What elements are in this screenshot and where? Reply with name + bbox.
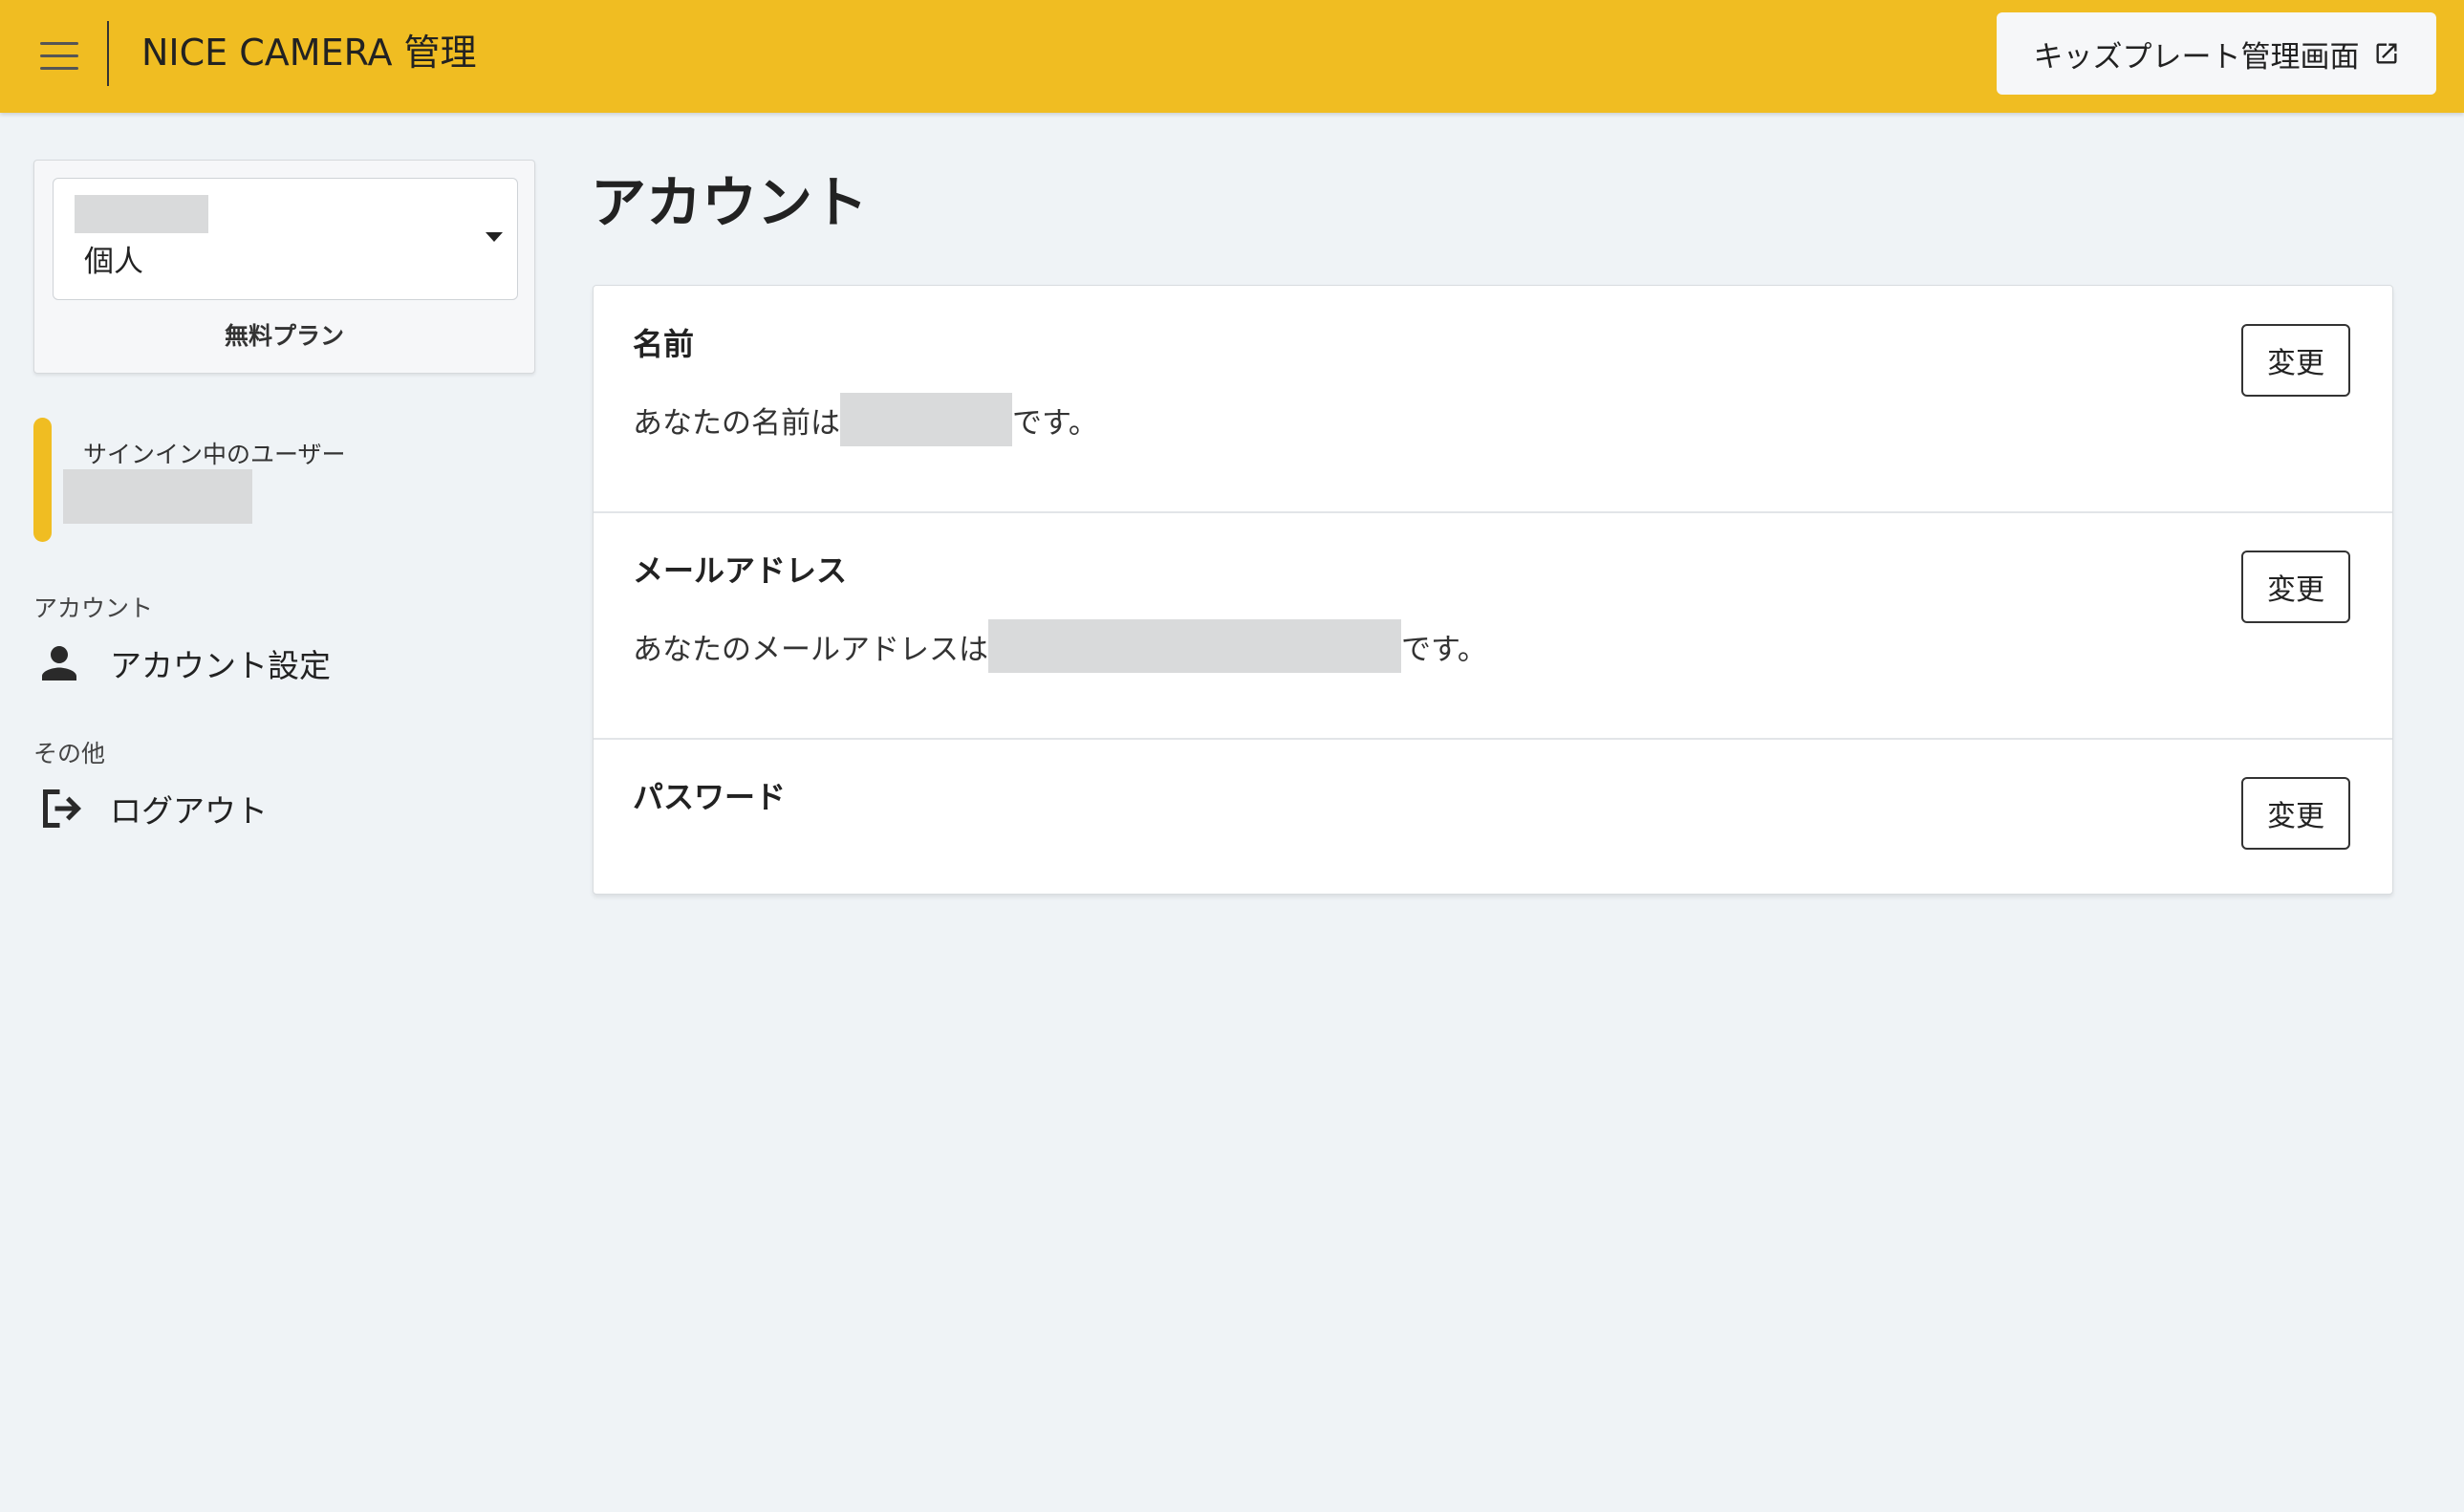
organization-card: 個人 無料プラン bbox=[33, 160, 535, 374]
organization-select[interactable]: 個人 bbox=[53, 178, 518, 300]
change-name-button[interactable]: 変更 bbox=[2241, 324, 2350, 397]
section-label-other: その他 bbox=[33, 740, 106, 767]
person-icon bbox=[42, 646, 76, 680]
row-heading-email: メールアドレス bbox=[633, 552, 848, 589]
logout-icon bbox=[43, 789, 81, 828]
header-divider bbox=[107, 21, 109, 86]
account-row-name: 名前 あなたの名前は です。 変更 bbox=[594, 286, 2392, 513]
section-label-account: アカウント bbox=[33, 594, 154, 622]
redacted-email-value bbox=[988, 619, 1401, 673]
kids-plate-admin-button[interactable]: キッズプレート管理画面 bbox=[1997, 12, 2436, 95]
account-row-password: パスワード 変更 bbox=[594, 739, 2392, 892]
row-heading-name: 名前 bbox=[633, 326, 695, 362]
nav-item-account-settings[interactable]: アカウント設定 bbox=[33, 630, 530, 697]
change-password-button[interactable]: 変更 bbox=[2241, 777, 2350, 850]
app-title: NICE CAMERA 管理 bbox=[141, 32, 477, 74]
row-text-email: あなたのメールアドレスは です。 bbox=[633, 619, 1487, 673]
dropdown-caret-icon bbox=[486, 232, 503, 242]
name-text-prefix: あなたの名前は bbox=[633, 405, 840, 441]
row-text-name: あなたの名前は です。 bbox=[633, 393, 1098, 446]
account-row-email: メールアドレス あなたのメールアドレスは です。 変更 bbox=[594, 512, 2392, 740]
nav-item-account-settings-label: アカウント設定 bbox=[110, 647, 331, 684]
signed-in-accent-bar bbox=[33, 418, 52, 542]
redacted-user-name bbox=[63, 469, 252, 524]
page-title: アカウント bbox=[591, 170, 869, 235]
account-settings-card: 名前 あなたの名前は です。 変更 メールアドレス あなたのメールアドレスは で… bbox=[593, 285, 2393, 895]
row-heading-password: パスワード bbox=[633, 779, 787, 815]
organization-type: 個人 bbox=[84, 245, 143, 279]
top-app-bar: NICE CAMERA 管理 キッズプレート管理画面 bbox=[0, 0, 2464, 113]
name-text-suffix: です。 bbox=[1012, 405, 1098, 441]
redacted-name-value bbox=[840, 393, 1012, 446]
email-text-suffix: です。 bbox=[1401, 632, 1487, 667]
email-text-prefix: あなたのメールアドレスは bbox=[633, 632, 988, 667]
redacted-organization-name bbox=[75, 195, 208, 233]
nav-item-logout-label: ログアウト bbox=[110, 792, 268, 830]
plan-label: 無料プラン bbox=[224, 322, 344, 350]
kids-plate-admin-label: キッズプレート管理画面 bbox=[2033, 39, 2360, 75]
change-email-button[interactable]: 変更 bbox=[2241, 551, 2350, 623]
signed-in-user-label: サインイン中のユーザー bbox=[83, 441, 346, 468]
hamburger-menu-icon[interactable] bbox=[40, 42, 78, 71]
nav-item-logout[interactable]: ログアウト bbox=[33, 775, 530, 842]
open-in-new-icon bbox=[2376, 43, 2396, 64]
